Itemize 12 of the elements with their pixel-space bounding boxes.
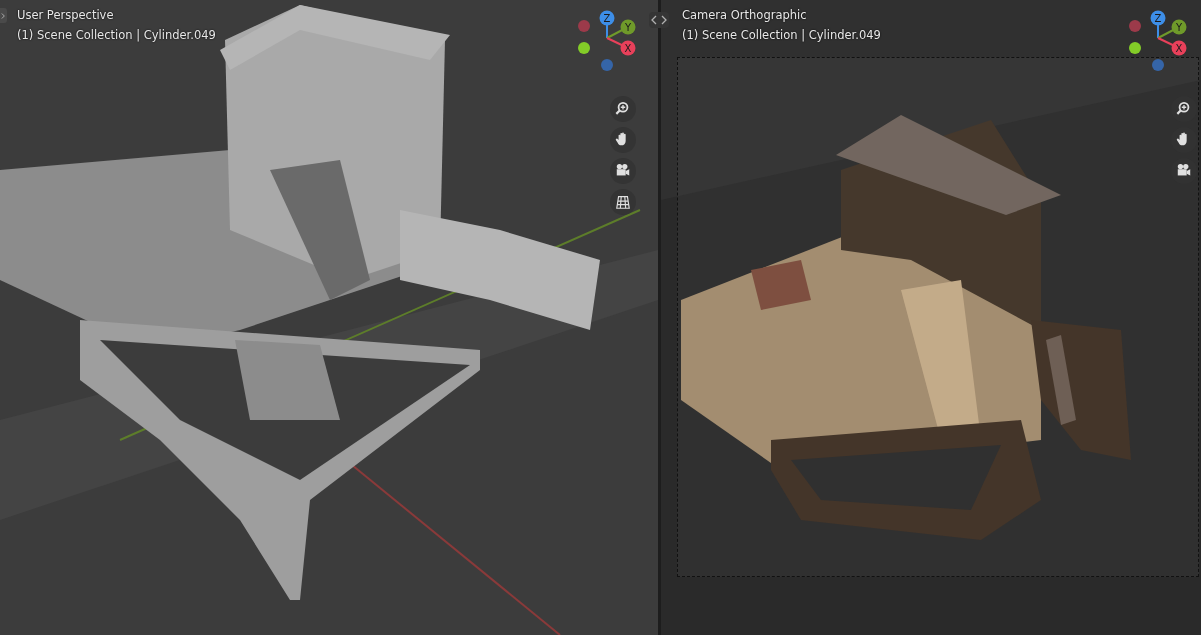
split-toggle[interactable] xyxy=(649,12,669,28)
view-name: User Perspective xyxy=(17,7,115,23)
zoom-icon xyxy=(615,101,631,117)
grid-icon xyxy=(615,194,631,210)
chevron-icon xyxy=(1,11,6,20)
sidebar-toggle[interactable] xyxy=(0,8,7,23)
axis-gizmo[interactable]: Z Y X xyxy=(1125,8,1197,84)
collection-label: (1) Scene Collection | Cylinder.049 xyxy=(17,27,216,43)
view-name: Camera Orthographic xyxy=(682,7,808,23)
zoom-icon xyxy=(1176,101,1192,117)
axis-gizmo[interactable]: Z Y X xyxy=(574,8,646,84)
collection-label: (1) Scene Collection | Cylinder.049 xyxy=(682,27,881,43)
